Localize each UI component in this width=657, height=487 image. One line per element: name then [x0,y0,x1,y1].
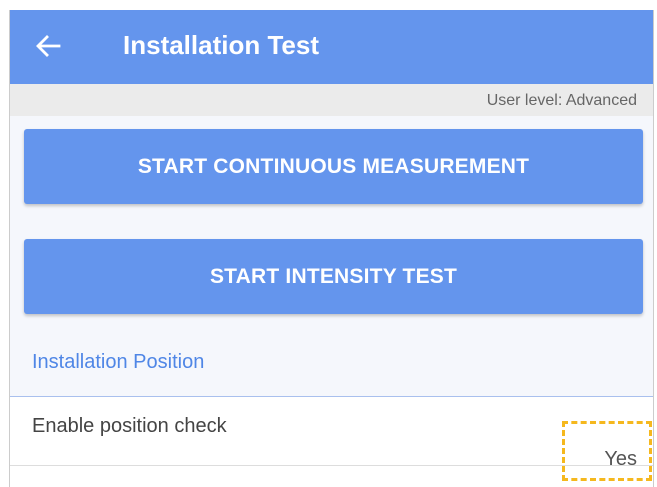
installation-test-screen: Installation Test User level: Advanced S… [10,10,653,487]
user-level-label: User level: Advanced [486,92,637,109]
user-level-strip: User level: Advanced [10,84,653,116]
start-intensity-test-button[interactable]: START INTENSITY TEST [24,239,643,314]
start-continuous-measurement-button[interactable]: START CONTINUOUS MEASUREMENT [24,129,643,204]
app-bar: Installation Test [10,10,653,84]
back-button[interactable] [28,26,68,66]
section-title: Installation Position [32,351,205,373]
actions-area: START CONTINUOUS MEASUREMENT START INTEN… [10,116,653,328]
enable-position-check-row[interactable]: Enable position check Yes [10,397,653,470]
frame-right-edge [653,10,654,487]
arrow-left-icon [35,35,61,57]
row-divider [10,465,653,466]
section-header-installation-position: Installation Position [10,328,653,397]
setting-label: Enable position check [32,415,227,437]
page-title: Installation Test [123,30,319,60]
setting-value: Yes [604,448,637,470]
